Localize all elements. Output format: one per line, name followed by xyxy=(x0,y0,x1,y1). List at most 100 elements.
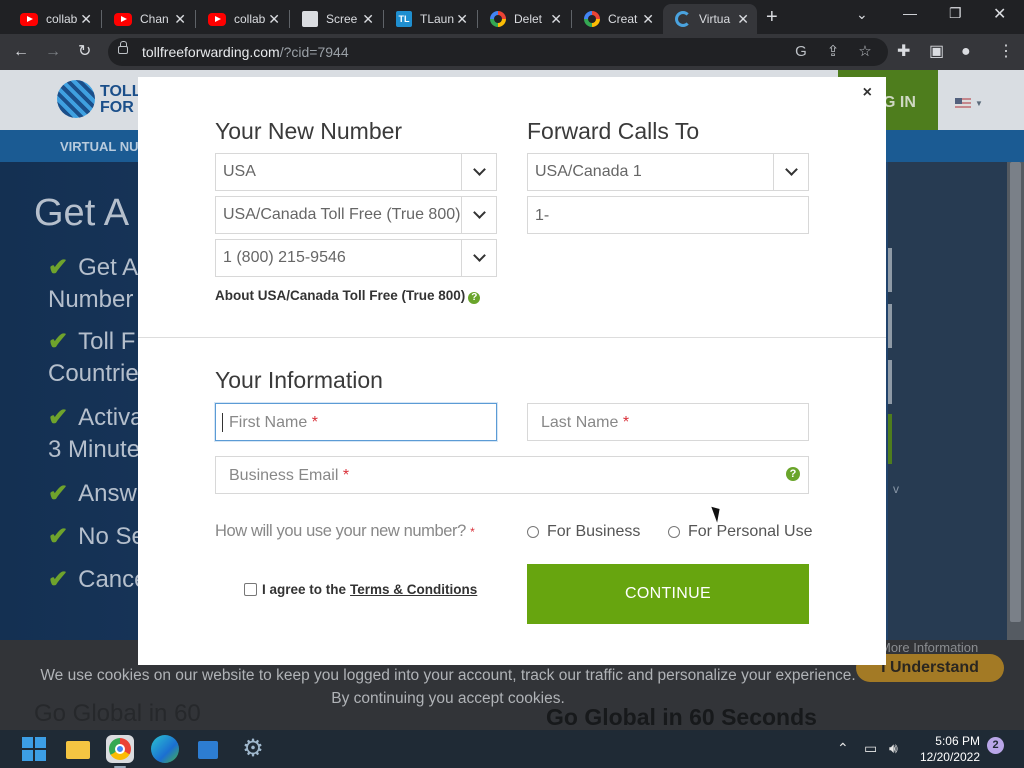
lock-icon xyxy=(118,41,128,54)
checkmark-icon: ✔ xyxy=(48,404,69,431)
tab-label: TLaun xyxy=(420,12,455,26)
edge-icon[interactable] xyxy=(151,735,179,763)
address-bar[interactable]: tollfreeforwarding.com/?cid=7944 G ⇪ ☆ xyxy=(108,38,888,66)
placeholder: Last Name * xyxy=(541,414,630,431)
notification-badge[interactable]: 2 xyxy=(987,737,1004,754)
modal-close-icon[interactable]: × xyxy=(863,84,872,102)
browser-tab[interactable]: Chan ✕ xyxy=(102,4,194,34)
store-icon[interactable] xyxy=(194,735,222,763)
your-information-title: Your Information xyxy=(215,367,383,393)
tab-label: Chan xyxy=(140,12,169,26)
radio-circle[interactable] xyxy=(527,526,539,538)
browser-tab[interactable]: collab ✕ xyxy=(196,4,288,34)
form-button-edge xyxy=(888,414,892,464)
tab-close-icon[interactable]: ✕ xyxy=(550,11,562,27)
select-value: 1 (800) 215-9546 xyxy=(223,249,346,266)
nav-item-virtual-numbers[interactable]: VIRTUAL NU xyxy=(60,139,138,154)
chrome-icon[interactable] xyxy=(106,735,134,768)
radio-for-business[interactable]: For Business xyxy=(527,523,640,541)
chevron-down-icon xyxy=(461,154,496,190)
system-clock[interactable]: 5:06 PM 12/20/2022 xyxy=(918,733,980,765)
forward-arrow-icon[interactable]: → xyxy=(45,42,61,62)
back-arrow-icon[interactable]: ← xyxy=(13,42,29,62)
close-window-icon[interactable]: ✕ xyxy=(993,4,1006,24)
forward-phone-input[interactable]: 1- xyxy=(527,196,809,234)
radio-circle[interactable] xyxy=(668,526,680,538)
checkmark-icon: ✔ xyxy=(48,523,69,550)
side-note: v xyxy=(893,482,899,496)
select-value: USA xyxy=(223,163,256,180)
tray-chevron-up-icon[interactable]: ⌃ xyxy=(837,740,849,757)
form-field-edge xyxy=(888,360,892,404)
browser-toolbar: ← → ↻ tollfreeforwarding.com/?cid=7944 G… xyxy=(0,34,1024,70)
radio-for-personal-use[interactable]: For Personal Use xyxy=(668,523,813,541)
number-type-select[interactable]: USA/Canada Toll Free (True 800) xyxy=(215,196,497,234)
browser-tab[interactable]: Delet ✕ xyxy=(478,4,570,34)
browser-tab[interactable]: TL TLaun ✕ xyxy=(384,4,476,34)
settings-gear-icon[interactable]: ⚙ xyxy=(239,735,267,763)
file-explorer-icon[interactable] xyxy=(64,735,92,763)
share-icon[interactable]: ⇪ xyxy=(824,43,842,61)
forward-country-select[interactable]: USA/Canada 1 xyxy=(527,153,809,191)
country-select[interactable]: USA xyxy=(215,153,497,191)
tab-close-icon[interactable]: ✕ xyxy=(362,11,374,27)
continue-button[interactable]: CONTINUE xyxy=(527,564,809,624)
tab-close-icon[interactable]: ✕ xyxy=(456,11,468,27)
google-lens-icon[interactable]: G xyxy=(792,43,810,61)
page-scrollbar[interactable] xyxy=(1007,162,1024,640)
windows-taskbar: ⚙ ⌃ ▭ 🔊︎ 5:06 PM 12/20/2022 2 xyxy=(0,730,1024,768)
youtube-icon xyxy=(20,12,38,26)
tab-search-chevron-icon[interactable]: ⌄ xyxy=(856,6,868,23)
clock-date: 12/20/2022 xyxy=(919,750,980,764)
minimize-icon[interactable]: — xyxy=(903,5,917,21)
help-icon[interactable]: ? xyxy=(786,467,800,481)
business-email-field[interactable]: Business Email * ? xyxy=(215,456,809,494)
browser-tab-strip: collab ✕ Chan ✕ collab ✕ Scree ✕ TL TLau… xyxy=(0,0,1024,34)
new-tab-plus-icon[interactable]: + xyxy=(766,6,778,29)
about-number-type-link[interactable]: About USA/Canada Toll Free (True 800)? xyxy=(215,288,481,304)
radio-label: For Business xyxy=(547,523,641,540)
text-cursor xyxy=(222,413,223,432)
caret-down-icon[interactable]: ▼ xyxy=(975,99,983,108)
site-icon xyxy=(675,11,691,27)
screen-icon xyxy=(302,11,318,27)
select-value: USA/Canada Toll Free (True 800) xyxy=(223,206,461,223)
volume-icon[interactable]: 🔊︎ xyxy=(889,740,898,757)
windows-start-icon[interactable] xyxy=(20,735,48,763)
browser-tab[interactable]: Scree ✕ xyxy=(290,4,382,34)
side-panel-icon[interactable]: ▣ xyxy=(929,42,944,62)
more-information-link[interactable]: More Information xyxy=(880,640,978,655)
number-select[interactable]: 1 (800) 215-9546 xyxy=(215,239,497,277)
maximize-icon[interactable]: ❐ xyxy=(949,5,962,22)
clock-time: 5:06 PM xyxy=(935,734,980,748)
extensions-puzzle-icon[interactable]: ✚ xyxy=(897,42,910,62)
url-text: tollfreeforwarding.com/?cid=7944 xyxy=(142,44,349,60)
tab-close-icon[interactable]: ✕ xyxy=(80,11,92,27)
tab-close-icon[interactable]: ✕ xyxy=(268,11,280,27)
profile-avatar-icon[interactable]: ● xyxy=(961,42,971,62)
checkmark-icon: ✔ xyxy=(48,480,69,507)
browser-tab[interactable]: collab ✕ xyxy=(8,4,100,34)
menu-kebab-icon[interactable]: ⋮ xyxy=(998,42,1014,62)
network-icon[interactable]: ▭ xyxy=(864,740,877,757)
scrollbar-thumb[interactable] xyxy=(1010,162,1021,622)
agree-checkbox[interactable] xyxy=(244,583,257,596)
tab-close-icon[interactable]: ✕ xyxy=(737,11,749,27)
us-flag-icon[interactable] xyxy=(955,98,971,109)
tab-close-icon[interactable]: ✕ xyxy=(174,11,186,27)
last-name-field[interactable]: Last Name * xyxy=(527,403,809,441)
terms-link[interactable]: Terms & Conditions xyxy=(350,582,477,597)
site-logo[interactable]: TOLL FOR xyxy=(100,84,141,116)
chevron-down-icon xyxy=(461,197,496,233)
reload-icon[interactable]: ↻ xyxy=(78,42,91,62)
help-icon[interactable]: ? xyxy=(468,292,481,304)
first-name-field[interactable]: First Name * xyxy=(215,403,497,441)
youtube-icon xyxy=(208,12,226,26)
form-field-edge xyxy=(888,304,892,348)
feature-bullet: ✔ Activa 3 Minute xyxy=(48,404,144,463)
bookmark-star-icon[interactable]: ☆ xyxy=(856,43,874,61)
browser-tab[interactable]: Creat ✕ xyxy=(572,4,662,34)
browser-tab-active[interactable]: Virtua ✕ xyxy=(663,4,757,34)
form-field-edge xyxy=(888,248,892,292)
tab-close-icon[interactable]: ✕ xyxy=(642,11,654,27)
